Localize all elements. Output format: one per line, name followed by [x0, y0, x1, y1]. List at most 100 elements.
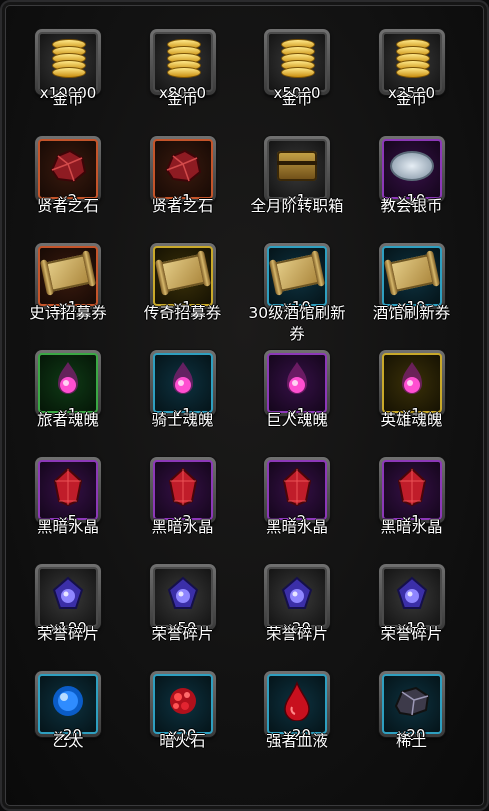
item-name: 金币	[52, 90, 84, 108]
item-slot[interactable]: x20	[35, 671, 101, 743]
reward-item[interactable]: x50 荣誉碎片	[126, 550, 240, 650]
item-name: 金币	[166, 90, 198, 108]
item-name: 黑暗水晶	[151, 518, 214, 536]
reward-item[interactable]: x1 全月阶转职箱	[240, 122, 354, 222]
reward-item[interactable]: x20 乙太	[11, 657, 125, 757]
item-name: 荣誉碎片	[265, 625, 328, 643]
item-name: 贤者之石	[36, 197, 99, 215]
item-frame	[381, 567, 442, 627]
item-name: 传奇招募券	[143, 304, 222, 322]
reward-item[interactable]: x1 贤者之石	[126, 122, 240, 222]
item-slot[interactable]: x2	[35, 136, 101, 208]
item-name: 暗火石	[159, 732, 206, 750]
reward-item[interactable]: x100 荣誉碎片	[11, 550, 125, 650]
item-frame	[267, 353, 327, 413]
reward-item[interactable]: x3500 金币	[355, 15, 469, 115]
reward-item[interactable]: x1 黑暗水晶	[355, 443, 469, 543]
item-slot[interactable]: x1	[378, 457, 445, 529]
item-slot[interactable]: x5	[35, 457, 101, 529]
item-name: 骑士魂魄	[151, 411, 214, 429]
reward-item[interactable]: x5000 金币	[240, 15, 354, 115]
item-slot[interactable]: x1	[35, 350, 101, 422]
reward-item[interactable]: x10 荣誉碎片	[355, 550, 469, 650]
item-frame	[38, 32, 98, 92]
reward-item[interactable]: x1 旅者魂魄	[11, 336, 125, 436]
item-name: 贤者之石	[151, 197, 214, 215]
item-name: 史诗招募券	[29, 304, 107, 322]
item-slot[interactable]: x8000	[149, 29, 216, 101]
item-frame	[381, 32, 442, 92]
reward-item[interactable]: x1 英雄魂魄	[355, 336, 469, 436]
item-name: 教会银币	[380, 197, 443, 215]
item-frame	[152, 246, 213, 306]
reward-item[interactable]: x20 强者血液	[240, 657, 354, 757]
item-frame	[38, 460, 98, 520]
reward-item[interactable]: x3 黑暗水晶	[126, 443, 240, 543]
item-name: 旅者魂魄	[36, 411, 99, 429]
item-frame	[152, 139, 213, 199]
item-name: 酒馆刷新券	[372, 304, 451, 322]
item-slot[interactable]: x20	[149, 671, 216, 743]
reward-item[interactable]: x1 史诗招募券	[11, 229, 125, 329]
reward-item[interactable]: x1 骑士魂魄	[126, 336, 240, 436]
item-slot[interactable]: x10	[378, 564, 445, 636]
reward-item[interactable]: x2 黑暗水晶	[240, 443, 354, 543]
item-slot[interactable]: x1	[35, 243, 101, 315]
item-frame	[267, 674, 327, 734]
item-name: 稀土	[395, 732, 427, 750]
item-slot[interactable]: x20	[264, 564, 330, 636]
item-slot[interactable]: x20	[264, 671, 330, 743]
item-slot[interactable]: x1	[149, 243, 216, 315]
item-frame	[267, 246, 327, 306]
item-frame	[381, 460, 442, 520]
reward-item[interactable]: x8000 金币	[126, 15, 240, 115]
item-slot[interactable]: x100	[35, 564, 101, 636]
reward-item[interactable]: x20 荣誉碎片	[240, 550, 354, 650]
item-frame	[381, 246, 442, 306]
item-frame	[267, 567, 327, 627]
reward-item[interactable]: x10 酒馆刷新券	[355, 229, 469, 329]
item-frame	[267, 460, 327, 520]
reward-item[interactable]: x1 巨人魂魄	[240, 336, 354, 436]
item-frame	[38, 353, 98, 413]
item-slot[interactable]: x3	[149, 457, 216, 529]
item-slot[interactable]: x10000	[35, 29, 101, 101]
reward-item[interactable]: x2 贤者之石	[11, 122, 125, 222]
reward-item[interactable]: x10000 金币	[11, 15, 125, 115]
item-name: 强者血液	[265, 732, 328, 750]
item-name: 黑暗水晶	[36, 518, 99, 536]
item-slot[interactable]: x1	[149, 350, 216, 422]
reward-item[interactable]: x10 30级酒馆刷新券	[240, 229, 354, 343]
item-name: 巨人魂魄	[265, 411, 328, 429]
item-slot[interactable]: x3500	[378, 29, 445, 101]
item-frame	[38, 246, 98, 306]
item-name: 荣誉碎片	[380, 625, 443, 643]
reward-panel: x10000 金币 x8000 金币 x5000 金币 x3500 金币 x2 贤者之石 x1 贤者之…	[11, 11, 480, 803]
reward-item[interactable]: x10 教会银币	[355, 122, 469, 222]
reward-item[interactable]: x20 稀土	[355, 657, 469, 757]
item-name: 荣誉碎片	[151, 625, 214, 643]
item-frame	[152, 353, 213, 413]
item-slot[interactable]: x1	[264, 136, 330, 208]
item-slot[interactable]: x1	[378, 350, 445, 422]
item-slot[interactable]: x10	[264, 243, 330, 315]
reward-item[interactable]: x5 黑暗水晶	[11, 443, 125, 543]
item-frame	[38, 567, 98, 627]
item-frame	[152, 32, 213, 92]
item-frame	[381, 139, 442, 199]
item-slot[interactable]: x1	[264, 350, 330, 422]
item-slot[interactable]: x5000	[264, 29, 330, 101]
reward-item[interactable]: x20 暗火石	[126, 657, 240, 757]
item-slot[interactable]: x1	[149, 136, 216, 208]
item-frame	[267, 139, 327, 199]
item-slot[interactable]: x50	[149, 564, 216, 636]
item-frame	[38, 139, 98, 199]
reward-item[interactable]: x1 传奇招募券	[126, 229, 240, 329]
item-slot[interactable]: x10	[378, 243, 445, 315]
item-name: 黑暗水晶	[380, 518, 443, 536]
item-slot[interactable]: x20	[378, 671, 445, 743]
item-slot[interactable]: x10	[378, 136, 445, 208]
item-frame	[381, 353, 442, 413]
item-slot[interactable]: x2	[264, 457, 330, 529]
item-frame	[381, 674, 442, 734]
